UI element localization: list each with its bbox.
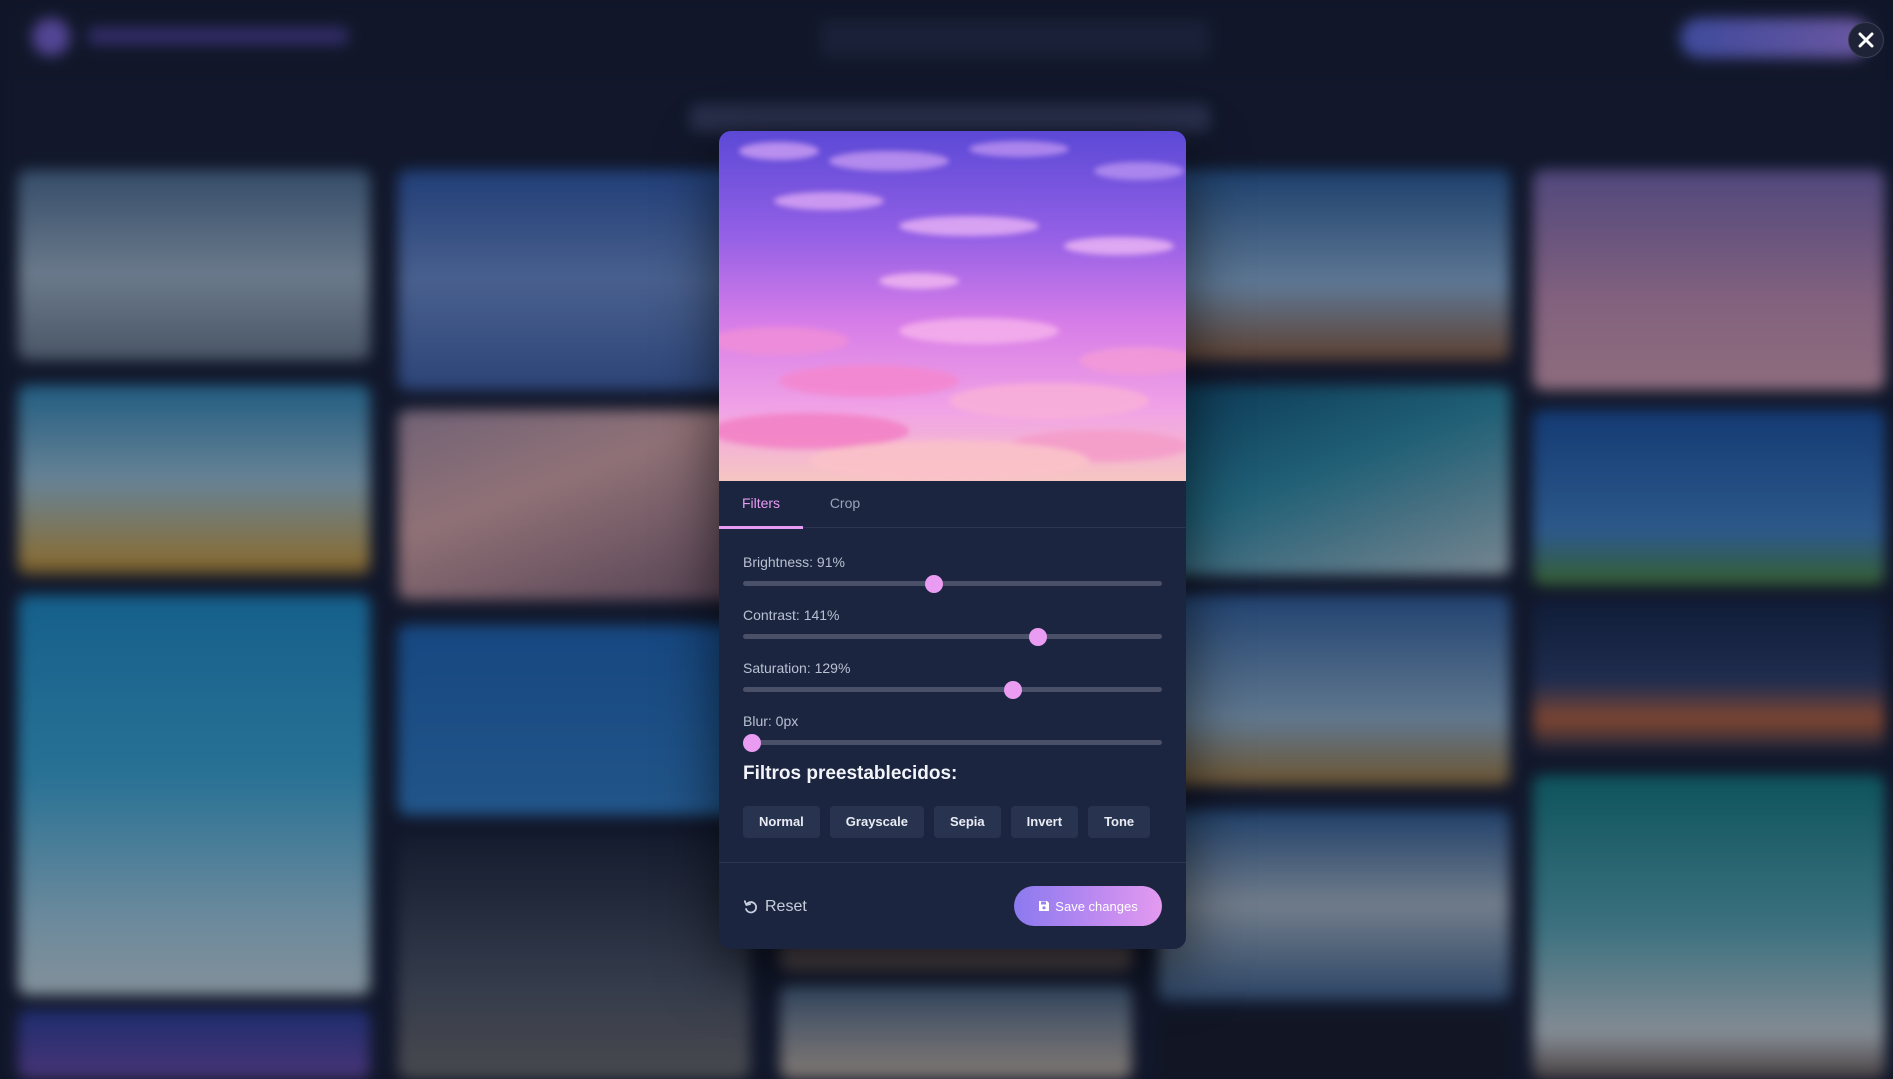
close-button[interactable]: [1848, 22, 1884, 58]
editor-tabs: Filters Crop: [719, 481, 1186, 529]
save-changes-button[interactable]: Save changes: [1014, 886, 1162, 926]
preset-grayscale-button[interactable]: Grayscale: [829, 806, 924, 838]
brightness-slider: Brightness: 91%: [743, 553, 1162, 593]
image-preview: [719, 131, 1186, 481]
reset-button[interactable]: Reset: [743, 895, 807, 919]
blur-slider: Blur: 0px: [743, 712, 1162, 752]
presets-title: Filtros preestablecidos:: [743, 763, 958, 784]
brightness-thumb[interactable]: [924, 575, 943, 593]
saturation-slider: Saturation: 129%: [743, 659, 1162, 699]
tab-crop[interactable]: Crop: [803, 481, 887, 528]
contrast-slider: Contrast: 141%: [743, 606, 1162, 646]
brightness-track[interactable]: [743, 581, 1162, 586]
blur-track[interactable]: [743, 740, 1162, 745]
blur-thumb[interactable]: [743, 734, 761, 752]
blur-label: Blur: 0px: [743, 713, 799, 729]
brightness-label: Brightness: 91%: [743, 554, 845, 570]
preset-invert-button[interactable]: Invert: [1010, 806, 1079, 838]
save-label: Save changes: [1055, 898, 1138, 914]
close-icon: [1858, 32, 1874, 48]
saturation-track[interactable]: [743, 687, 1162, 692]
preset-normal-button[interactable]: Normal: [743, 806, 820, 838]
contrast-label: Contrast: 141%: [743, 607, 840, 623]
undo-icon: [743, 900, 757, 914]
preset-sepia-button[interactable]: Sepia: [933, 806, 1001, 838]
contrast-thumb[interactable]: [1029, 628, 1048, 646]
image-editor-modal: Filters Crop Brightness: 91% Contrast: 1…: [719, 131, 1186, 949]
saturation-label: Saturation: 129%: [743, 660, 851, 676]
reset-label: Reset: [765, 898, 807, 915]
footer-divider: [719, 862, 1186, 863]
preset-filters: Normal Grayscale Sepia Invert Tone: [743, 806, 1151, 838]
save-icon: [1039, 901, 1050, 911]
saturation-thumb[interactable]: [1004, 681, 1023, 699]
tab-filters[interactable]: Filters: [719, 481, 803, 529]
preset-tone-button[interactable]: Tone: [1088, 806, 1151, 838]
contrast-track[interactable]: [743, 634, 1162, 639]
